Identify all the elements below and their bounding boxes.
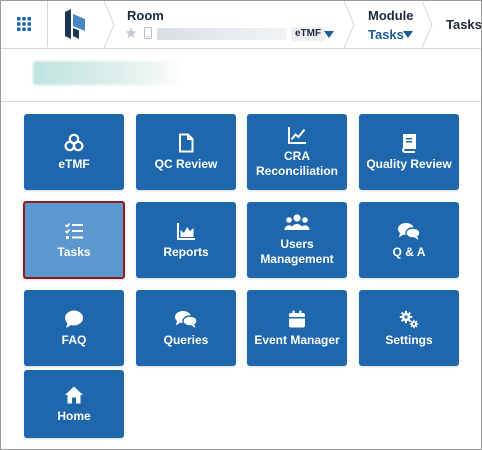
tile-qc-review[interactable]: QC Review [136, 114, 236, 190]
app-grid-icon [17, 17, 31, 31]
comment-icon [65, 310, 83, 328]
tile-tasks[interactable]: Tasks [23, 201, 125, 279]
module-dropdown-chevron-icon[interactable] [403, 31, 413, 38]
tile-etmf[interactable]: eTMF [24, 114, 124, 190]
comments-icon [398, 222, 421, 240]
tile-settings[interactable]: Settings [359, 290, 459, 366]
tile-label: Event Manager [254, 332, 340, 347]
tile-faq[interactable]: FAQ [24, 290, 124, 366]
tile-users-management[interactable]: Users Management [247, 202, 347, 278]
mobile-device-icon [144, 27, 152, 39]
room-dropdown-chevron-icon[interactable] [324, 31, 334, 38]
tile-queries[interactable]: Queries [136, 290, 236, 366]
gears-icon [399, 310, 419, 328]
tile-label: Home [57, 408, 91, 423]
breadcrumb-current-page: Tasks [446, 17, 482, 32]
tile-label: QC Review [154, 156, 218, 171]
study-header-bar [1, 49, 481, 102]
tile-q-and-a[interactable]: Q & A [359, 202, 459, 278]
tile-home[interactable]: Home [24, 370, 124, 438]
breadcrumb-separator-icon [343, 1, 355, 48]
calendar-icon [289, 310, 305, 327]
comments-icon [175, 310, 198, 328]
tile-label: FAQ [61, 332, 87, 347]
favorite-star-icon[interactable] [125, 27, 137, 39]
tile-label: Users Management [260, 237, 334, 266]
app-grid-button[interactable] [1, 1, 48, 47]
etmf-icon [64, 133, 84, 151]
study-title-redacted [33, 61, 183, 85]
tile-label: eTMF [58, 156, 90, 171]
module-label: Module [368, 8, 414, 23]
room-label: Room [127, 8, 164, 23]
app-window: Room eTMF Module Tasks Tasks eTMF QC Rev… [0, 0, 482, 450]
tile-label: Settings [385, 332, 433, 347]
tile-label: CRA Reconciliation [255, 149, 338, 178]
room-type-badge: eTMF [291, 27, 326, 41]
tile-label: Q & A [392, 244, 426, 259]
room-name-redacted [157, 28, 287, 40]
tile-event-manager[interactable]: Event Manager [247, 290, 347, 366]
tile-cra-reconciliation[interactable]: CRA Reconciliation [247, 114, 347, 190]
users-icon [284, 214, 310, 230]
breadcrumb-separator-icon [421, 1, 433, 48]
chart-line-icon [288, 127, 306, 144]
tile-label: Tasks [57, 244, 91, 259]
document-icon [179, 133, 194, 152]
home-icon [65, 386, 83, 403]
area-chart-icon [177, 222, 195, 240]
tile-label: Queries [163, 332, 209, 347]
book-icon [402, 133, 416, 153]
tile-label: Quality Review [366, 156, 452, 171]
breadcrumb-separator-icon [103, 1, 115, 48]
tile-quality-review[interactable]: Quality Review [359, 114, 459, 190]
tile-reports[interactable]: Reports [136, 202, 236, 278]
tile-label: Reports [163, 244, 209, 259]
top-bar: Room eTMF Module Tasks Tasks [1, 1, 481, 49]
tasks-list-icon [64, 222, 83, 239]
module-selector[interactable]: Tasks [368, 27, 404, 42]
brand-logo-icon[interactable] [61, 9, 89, 39]
